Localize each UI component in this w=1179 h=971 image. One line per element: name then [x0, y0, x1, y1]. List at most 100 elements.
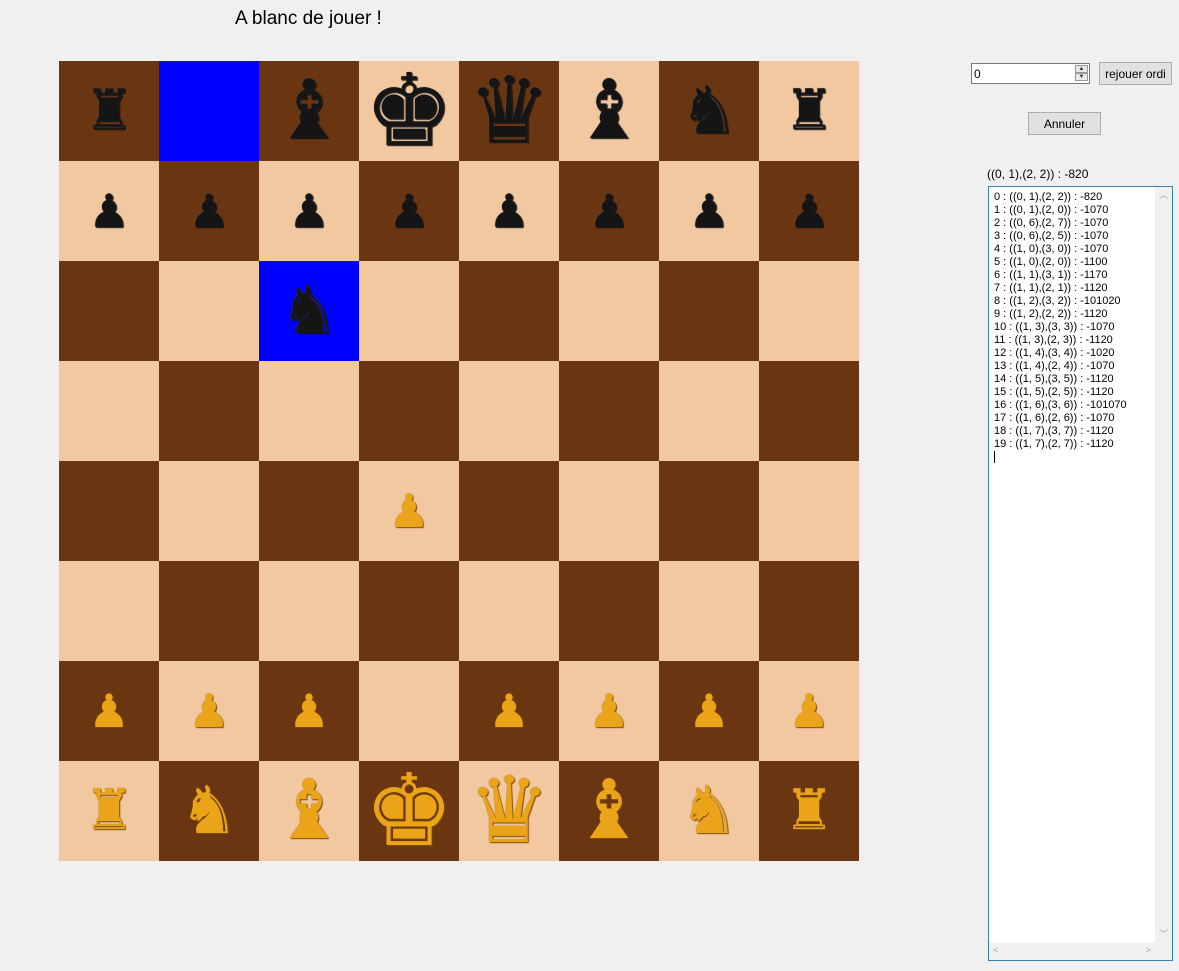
black-pawn-icon[interactable]: ♟: [588, 188, 629, 234]
square-7-1[interactable]: ♞: [159, 761, 259, 861]
white-bishop-icon[interactable]: ♝: [272, 770, 346, 852]
black-pawn-icon[interactable]: ♟: [688, 188, 729, 234]
square-6-0[interactable]: ♟: [59, 661, 159, 761]
scroll-left-icon[interactable]: <: [993, 946, 998, 955]
square-2-1[interactable]: [159, 261, 259, 361]
depth-input[interactable]: [974, 65, 1070, 82]
white-knight-icon[interactable]: ♞: [179, 778, 238, 844]
white-pawn-icon[interactable]: ♟: [88, 688, 129, 734]
black-bishop-icon[interactable]: ♝: [272, 70, 346, 152]
square-1-4[interactable]: ♟: [459, 161, 559, 261]
square-3-0[interactable]: [59, 361, 159, 461]
black-pawn-icon[interactable]: ♟: [288, 188, 329, 234]
square-5-5[interactable]: [559, 561, 659, 661]
white-rook-icon[interactable]: ♜: [84, 783, 134, 839]
square-7-3[interactable]: ♚: [359, 761, 459, 861]
white-knight-icon[interactable]: ♞: [679, 778, 738, 844]
scroll-up-icon[interactable]: ︿: [1159, 191, 1168, 200]
spin-up-icon[interactable]: ▲: [1075, 65, 1088, 73]
square-2-7[interactable]: [759, 261, 859, 361]
square-6-4[interactable]: ♟: [459, 661, 559, 761]
vertical-scrollbar[interactable]: ︿ ﹀: [1155, 187, 1172, 943]
square-4-0[interactable]: [59, 461, 159, 561]
white-pawn-icon[interactable]: ♟: [188, 688, 229, 734]
white-bishop-icon[interactable]: ♝: [572, 770, 646, 852]
square-1-0[interactable]: ♟: [59, 161, 159, 261]
square-5-2[interactable]: [259, 561, 359, 661]
black-pawn-icon[interactable]: ♟: [188, 188, 229, 234]
black-pawn-icon[interactable]: ♟: [88, 188, 129, 234]
black-king-icon[interactable]: ♚: [364, 61, 454, 161]
square-0-3[interactable]: ♚: [359, 61, 459, 161]
square-3-7[interactable]: [759, 361, 859, 461]
square-2-0[interactable]: [59, 261, 159, 361]
square-5-7[interactable]: [759, 561, 859, 661]
black-pawn-icon[interactable]: ♟: [488, 188, 529, 234]
square-0-5[interactable]: ♝: [559, 61, 659, 161]
black-rook-icon[interactable]: ♜: [84, 83, 134, 139]
square-4-7[interactable]: [759, 461, 859, 561]
white-rook-icon[interactable]: ♜: [784, 783, 834, 839]
square-3-4[interactable]: [459, 361, 559, 461]
spin-down-icon[interactable]: ▼: [1075, 73, 1088, 81]
depth-spinbox[interactable]: ▲ ▼: [971, 63, 1090, 84]
white-pawn-icon[interactable]: ♟: [788, 688, 829, 734]
white-pawn-icon[interactable]: ♟: [588, 688, 629, 734]
square-3-1[interactable]: [159, 361, 259, 461]
horizontal-scrollbar[interactable]: < >: [989, 943, 1155, 960]
square-4-5[interactable]: [559, 461, 659, 561]
square-4-3[interactable]: ♟: [359, 461, 459, 561]
square-5-4[interactable]: [459, 561, 559, 661]
scroll-down-icon[interactable]: ﹀: [1159, 930, 1168, 939]
square-2-3[interactable]: [359, 261, 459, 361]
square-7-6[interactable]: ♞: [659, 761, 759, 861]
square-2-5[interactable]: [559, 261, 659, 361]
black-bishop-icon[interactable]: ♝: [572, 70, 646, 152]
square-2-2[interactable]: ♞: [259, 261, 359, 361]
white-pawn-icon[interactable]: ♟: [288, 688, 329, 734]
white-king-icon[interactable]: ♚: [364, 761, 454, 861]
square-4-1[interactable]: [159, 461, 259, 561]
square-2-4[interactable]: [459, 261, 559, 361]
square-0-6[interactable]: ♞: [659, 61, 759, 161]
square-1-2[interactable]: ♟: [259, 161, 359, 261]
square-0-4[interactable]: ♛: [459, 61, 559, 161]
square-5-0[interactable]: [59, 561, 159, 661]
square-4-4[interactable]: [459, 461, 559, 561]
square-6-6[interactable]: ♟: [659, 661, 759, 761]
square-3-5[interactable]: [559, 361, 659, 461]
square-7-7[interactable]: ♜: [759, 761, 859, 861]
white-pawn-icon[interactable]: ♟: [388, 488, 429, 534]
white-queen-icon[interactable]: ♛: [468, 765, 550, 857]
black-queen-icon[interactable]: ♛: [468, 65, 550, 157]
square-6-5[interactable]: ♟: [559, 661, 659, 761]
scroll-right-icon[interactable]: >: [1146, 946, 1151, 955]
square-3-6[interactable]: [659, 361, 759, 461]
square-6-2[interactable]: ♟: [259, 661, 359, 761]
square-0-7[interactable]: ♜: [759, 61, 859, 161]
square-5-1[interactable]: [159, 561, 259, 661]
square-7-5[interactable]: ♝: [559, 761, 659, 861]
square-6-1[interactable]: ♟: [159, 661, 259, 761]
square-7-0[interactable]: ♜: [59, 761, 159, 861]
square-0-1[interactable]: [159, 61, 259, 161]
square-1-6[interactable]: ♟: [659, 161, 759, 261]
square-1-3[interactable]: ♟: [359, 161, 459, 261]
square-1-1[interactable]: ♟: [159, 161, 259, 261]
white-pawn-icon[interactable]: ♟: [688, 688, 729, 734]
square-1-5[interactable]: ♟: [559, 161, 659, 261]
square-5-3[interactable]: [359, 561, 459, 661]
square-7-4[interactable]: ♛: [459, 761, 559, 861]
black-pawn-icon[interactable]: ♟: [788, 188, 829, 234]
square-0-2[interactable]: ♝: [259, 61, 359, 161]
square-5-6[interactable]: [659, 561, 759, 661]
square-2-6[interactable]: [659, 261, 759, 361]
black-knight-icon[interactable]: ♞: [279, 278, 338, 344]
square-3-3[interactable]: [359, 361, 459, 461]
square-3-2[interactable]: [259, 361, 359, 461]
square-7-2[interactable]: ♝: [259, 761, 359, 861]
square-6-3[interactable]: [359, 661, 459, 761]
square-0-0[interactable]: ♜: [59, 61, 159, 161]
black-pawn-icon[interactable]: ♟: [388, 188, 429, 234]
black-knight-icon[interactable]: ♞: [679, 78, 738, 144]
